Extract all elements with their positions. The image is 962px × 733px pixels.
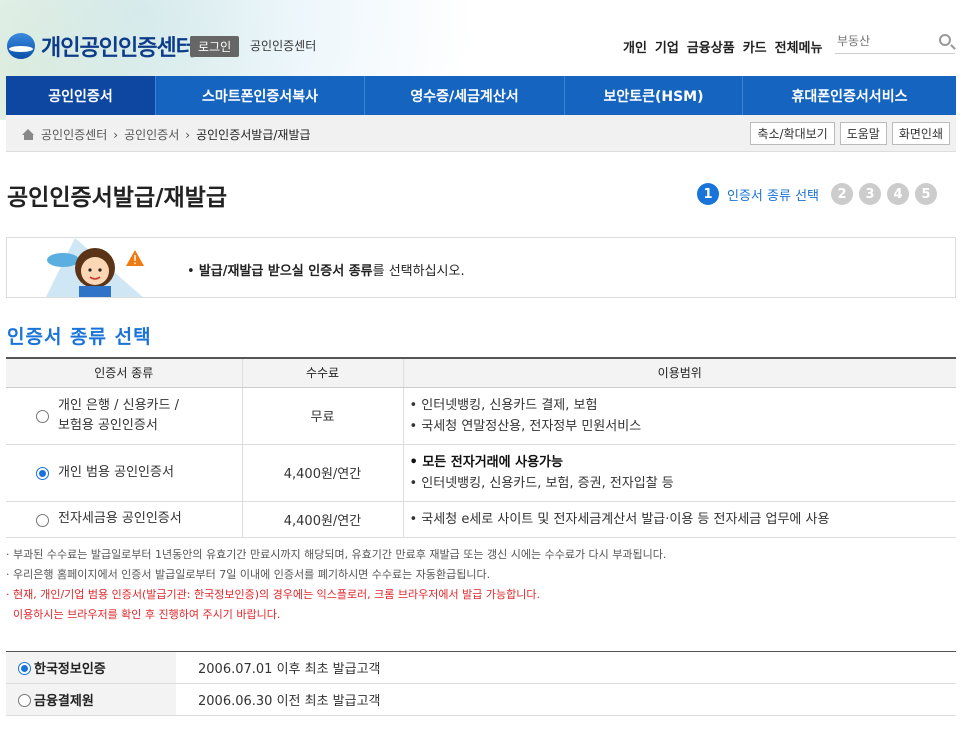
radio-personal-bank[interactable]	[36, 409, 49, 423]
nav-item-certificate[interactable]: 공인인증서	[6, 76, 156, 115]
table-header-row: 인증서 종류 수수료 이용범위	[6, 357, 956, 388]
issuer-desc: 2006.06.30 이전 최초 발급고객	[176, 683, 956, 716]
top-menu-card[interactable]: 카드	[743, 37, 767, 56]
cert-type-label: 개인 범용 공인인증서	[58, 464, 174, 480]
column-header: 인증서 종류	[6, 357, 242, 388]
fee-cell: 4,400원/연간	[241, 444, 403, 502]
info-text: • 발급/재발급 받으실 인증서 종류를 선택하십시오.	[187, 260, 465, 279]
info-box: • 발급/재발급 받으실 인증서 종류를 선택하십시오.	[6, 237, 956, 298]
breadcrumb-item[interactable]: 공인인증서	[124, 126, 179, 143]
table-row[interactable]: 전자세금용 공인인증서 4,400원/연간 • 국세청 e세로 사이트 및 전자…	[6, 501, 956, 538]
info-text-bold: 발급/재발급 받으실 인증서 종류	[198, 264, 373, 279]
chevron-right-icon: ›	[185, 127, 191, 142]
step-4: 4	[887, 183, 909, 205]
cert-type-cell[interactable]: 개인 은행 / 신용카드 / 보험용 공인인증서	[6, 387, 242, 445]
utility-buttons: 축소/확대보기 도움말 화면인쇄	[750, 122, 950, 145]
page-title: 공인인증서발급/재발급	[7, 185, 228, 211]
main-nav: 공인인증서 스마트폰인증서복사 영수증/세금계산서 보안토큰(HSM) 휴대폰인…	[6, 76, 956, 115]
radio-issuer-kftc[interactable]	[18, 694, 31, 707]
chevron-right-icon: ›	[113, 127, 119, 142]
top-menu-personal[interactable]: 개인	[623, 37, 647, 56]
issuer-name: 금융결제원	[34, 694, 94, 709]
info-bullet: •	[187, 264, 199, 279]
step-label: 인증서 종류 선택	[727, 188, 819, 204]
cert-type-cell[interactable]: 개인 범용 공인인증서	[6, 444, 242, 502]
table-row[interactable]: 한국정보인증 2006.07.01 이후 최초 발급고객	[6, 651, 956, 684]
zoom-button[interactable]: 축소/확대보기	[750, 122, 835, 145]
cert-type-label: 보험용 공인인증서	[58, 417, 158, 433]
cert-type-label: 전자세금용 공인인증서	[58, 511, 182, 526]
search-icon[interactable]	[939, 34, 951, 46]
breadcrumb: 공인인증센터 › 공인인증서 › 공인인증서발급/재발급	[22, 126, 311, 143]
radio-personal-general[interactable]	[36, 466, 49, 480]
issuer-name: 한국정보인증	[34, 662, 106, 677]
step-2: 2	[831, 183, 853, 205]
nav-item-phone-cert[interactable]: 휴대폰인증서서비스	[743, 76, 956, 115]
issuer-desc: 2006.07.01 이후 최초 발급고객	[176, 651, 956, 684]
certificate-type-table: 인증서 종류 수수료 이용범위 개인 은행 / 신용카드 / 보험용 공인인증서…	[6, 357, 956, 538]
note-item-warning: 이용하시는 브라우저를 확인 후 진행하여 주시기 바랍니다.	[6, 608, 281, 621]
note-item: · 부과된 수수료는 발급일로부터 1년동안의 유효기간 만료시까지 해당되며,…	[6, 548, 667, 561]
usage-item: • 국세청 연말정산용, 전자정부 민원서비스	[409, 418, 642, 434]
breadcrumb-item[interactable]: 공인인증센터	[41, 126, 107, 143]
top-menu-products[interactable]: 금융상품	[687, 37, 735, 56]
step-1: 1	[697, 183, 719, 205]
usage-item: • 인터넷뱅킹, 신용카드, 보험, 증권, 전자입찰 등	[409, 475, 674, 491]
help-button[interactable]: 도움말	[839, 122, 887, 145]
breadcrumb-current: 공인인증서발급/재발급	[196, 128, 311, 142]
radio-e-tax[interactable]	[36, 513, 49, 527]
table-row[interactable]: 개인 범용 공인인증서 4,400원/연간 • 모든 전자거래에 사용가능 • …	[6, 444, 957, 502]
breadcrumb-bar: 공인인증센터 › 공인인증서 › 공인인증서발급/재발급 축소/확대보기 도움말…	[6, 115, 956, 152]
logo-text: 개인공인인증센터	[41, 36, 196, 61]
note-item-warning: · 현재, 개인/기업 범용 인증서(발급기관: 한국정보인증)의 경우에는 익…	[6, 588, 540, 601]
site-logo[interactable]: 개인공인인증센터	[7, 30, 196, 62]
home-icon[interactable]	[22, 129, 35, 140]
usage-cell: • 인터넷뱅킹, 신용카드 결제, 보험 • 국세청 연말정산용, 전자정부 민…	[402, 387, 956, 445]
search-input[interactable]	[835, 30, 935, 52]
top-bar: 개인공인인증센터 로그인 공인인증센터 개인 기업 금융상품 카드 전체메뉴	[0, 26, 962, 66]
note-item: · 우리은행 홈페이지에서 인증서 발급일로부터 7일 이내에 인증서를 폐기하…	[6, 568, 491, 581]
nav-item-receipt[interactable]: 영수증/세금계산서	[365, 76, 565, 115]
step-3: 3	[859, 183, 881, 205]
table-row[interactable]: 금융결제원 2006.06.30 이전 최초 발급고객	[6, 683, 956, 716]
fee-cell: 4,400원/연간	[241, 501, 403, 538]
column-header: 이용범위	[402, 357, 956, 388]
mascot-illustration	[45, 238, 144, 297]
issuer-table: 한국정보인증 2006.07.01 이후 최초 발급고객 금융결제원 2006.…	[6, 651, 956, 716]
issuer-cell[interactable]: 금융결제원	[6, 683, 176, 716]
section-title: 인증서 종류 선택	[7, 326, 152, 348]
search-box	[835, 30, 955, 54]
logo-icon	[7, 33, 35, 59]
usage-item: • 국세청 e세로 사이트 및 전자세금계산서 발급·이용 등 전자세금 업무에…	[409, 511, 830, 527]
column-header: 수수료	[241, 357, 403, 388]
notes: · 부과된 수수료는 발급일로부터 1년동안의 유효기간 만료시까지 해당되며,…	[6, 545, 666, 625]
usage-item-bold: • 모든 전자거래에 사용가능	[410, 452, 957, 473]
usage-bold-text: • 모든 전자거래에 사용가능	[409, 454, 563, 470]
top-menu: 개인 기업 금융상품 카드 전체메뉴	[623, 37, 822, 56]
top-menu-all[interactable]: 전체메뉴	[775, 37, 823, 56]
step-5: 5	[915, 183, 937, 205]
center-link[interactable]: 공인인증센터	[250, 37, 316, 54]
print-button[interactable]: 화면인쇄	[891, 122, 950, 145]
nav-item-security-token[interactable]: 보안토큰(HSM)	[565, 76, 743, 115]
step-indicator: 1 인증서 종류 선택 2 3 4 5	[697, 183, 937, 205]
nav-item-smartphone-copy[interactable]: 스마트폰인증서복사	[156, 76, 365, 115]
usage-cell: • 국세청 e세로 사이트 및 전자세금계산서 발급·이용 등 전자세금 업무에…	[402, 501, 956, 538]
usage-item: • 인터넷뱅킹, 신용카드 결제, 보험	[409, 397, 598, 413]
login-button[interactable]: 로그인	[190, 36, 240, 57]
cert-type-label: 개인 은행 / 신용카드 /	[58, 397, 179, 413]
info-text-rest: 를 선택하십시오.	[372, 264, 465, 279]
usage-cell: • 모든 전자거래에 사용가능 • 인터넷뱅킹, 신용카드, 보험, 증권, 전…	[402, 444, 957, 502]
top-menu-business[interactable]: 기업	[655, 37, 679, 56]
table-row[interactable]: 개인 은행 / 신용카드 / 보험용 공인인증서 무료 • 인터넷뱅킹, 신용카…	[6, 387, 956, 445]
fee-cell: 무료	[241, 387, 403, 445]
issuer-cell[interactable]: 한국정보인증	[6, 651, 176, 684]
radio-issuer-kica[interactable]	[18, 662, 31, 675]
cert-type-cell[interactable]: 전자세금용 공인인증서	[6, 501, 242, 538]
